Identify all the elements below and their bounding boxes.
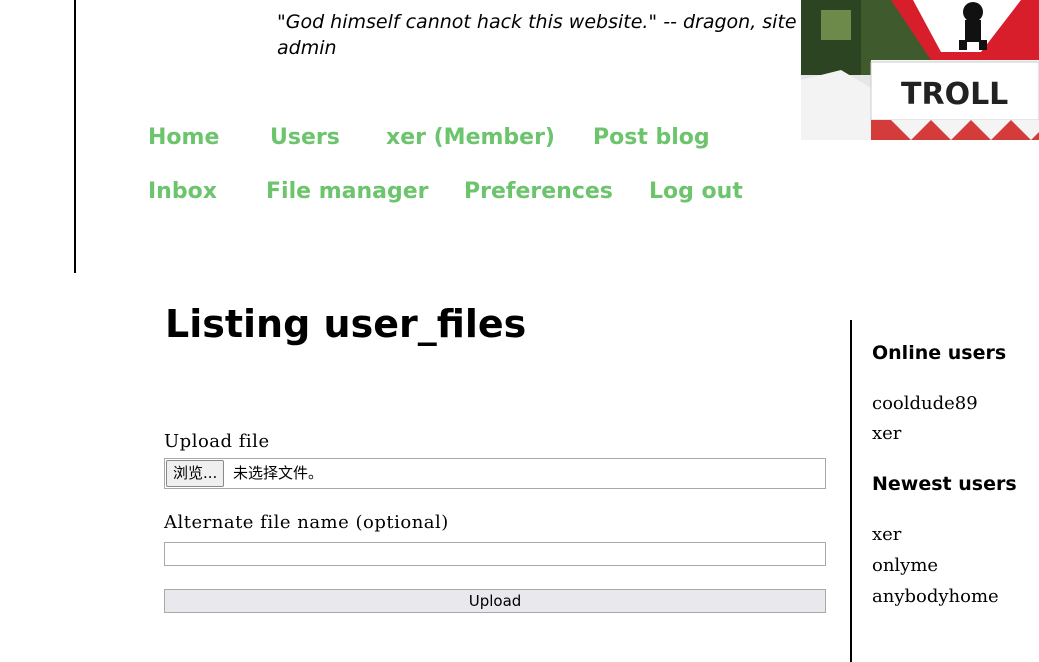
- online-users-heading: Online users: [872, 342, 1007, 364]
- newest-user-item[interactable]: xer: [872, 524, 901, 545]
- upload-file-label: Upload file: [164, 431, 270, 452]
- nav-file-manager[interactable]: File manager: [266, 179, 429, 204]
- logo-sign-text: TROLL: [901, 77, 1008, 112]
- alternate-name-input[interactable]: [164, 542, 826, 566]
- header-divider: [74, 0, 76, 273]
- alternate-name-label: Alternate file name (optional): [164, 512, 449, 533]
- troll-sign-logo: TROLL: [801, 0, 1039, 140]
- site-quote: "God himself cannot hack this website." …: [277, 11, 797, 59]
- newest-user-item[interactable]: anybodyhome: [872, 586, 999, 607]
- nav-home[interactable]: Home: [148, 125, 219, 150]
- newest-users-heading: Newest users: [872, 473, 1017, 495]
- no-file-selected-text: 未选择文件。: [233, 464, 324, 482]
- online-user-item[interactable]: cooldude89: [872, 393, 978, 414]
- nav-member-profile[interactable]: xer (Member): [386, 125, 555, 150]
- nav-post-blog[interactable]: Post blog: [593, 125, 710, 150]
- online-user-item[interactable]: xer: [872, 423, 901, 444]
- nav-preferences[interactable]: Preferences: [464, 179, 613, 204]
- sidebar-divider: [850, 320, 852, 662]
- nav-log-out[interactable]: Log out: [649, 179, 743, 204]
- nav-inbox[interactable]: Inbox: [148, 179, 217, 204]
- nav-users[interactable]: Users: [270, 125, 340, 150]
- upload-button[interactable]: Upload: [164, 589, 826, 613]
- newest-user-item[interactable]: onlyme: [872, 555, 938, 576]
- page-title: Listing user_files: [165, 302, 527, 346]
- browse-button[interactable]: 浏览...: [166, 460, 225, 487]
- file-chooser[interactable]: 浏览... 未选择文件。: [164, 458, 826, 489]
